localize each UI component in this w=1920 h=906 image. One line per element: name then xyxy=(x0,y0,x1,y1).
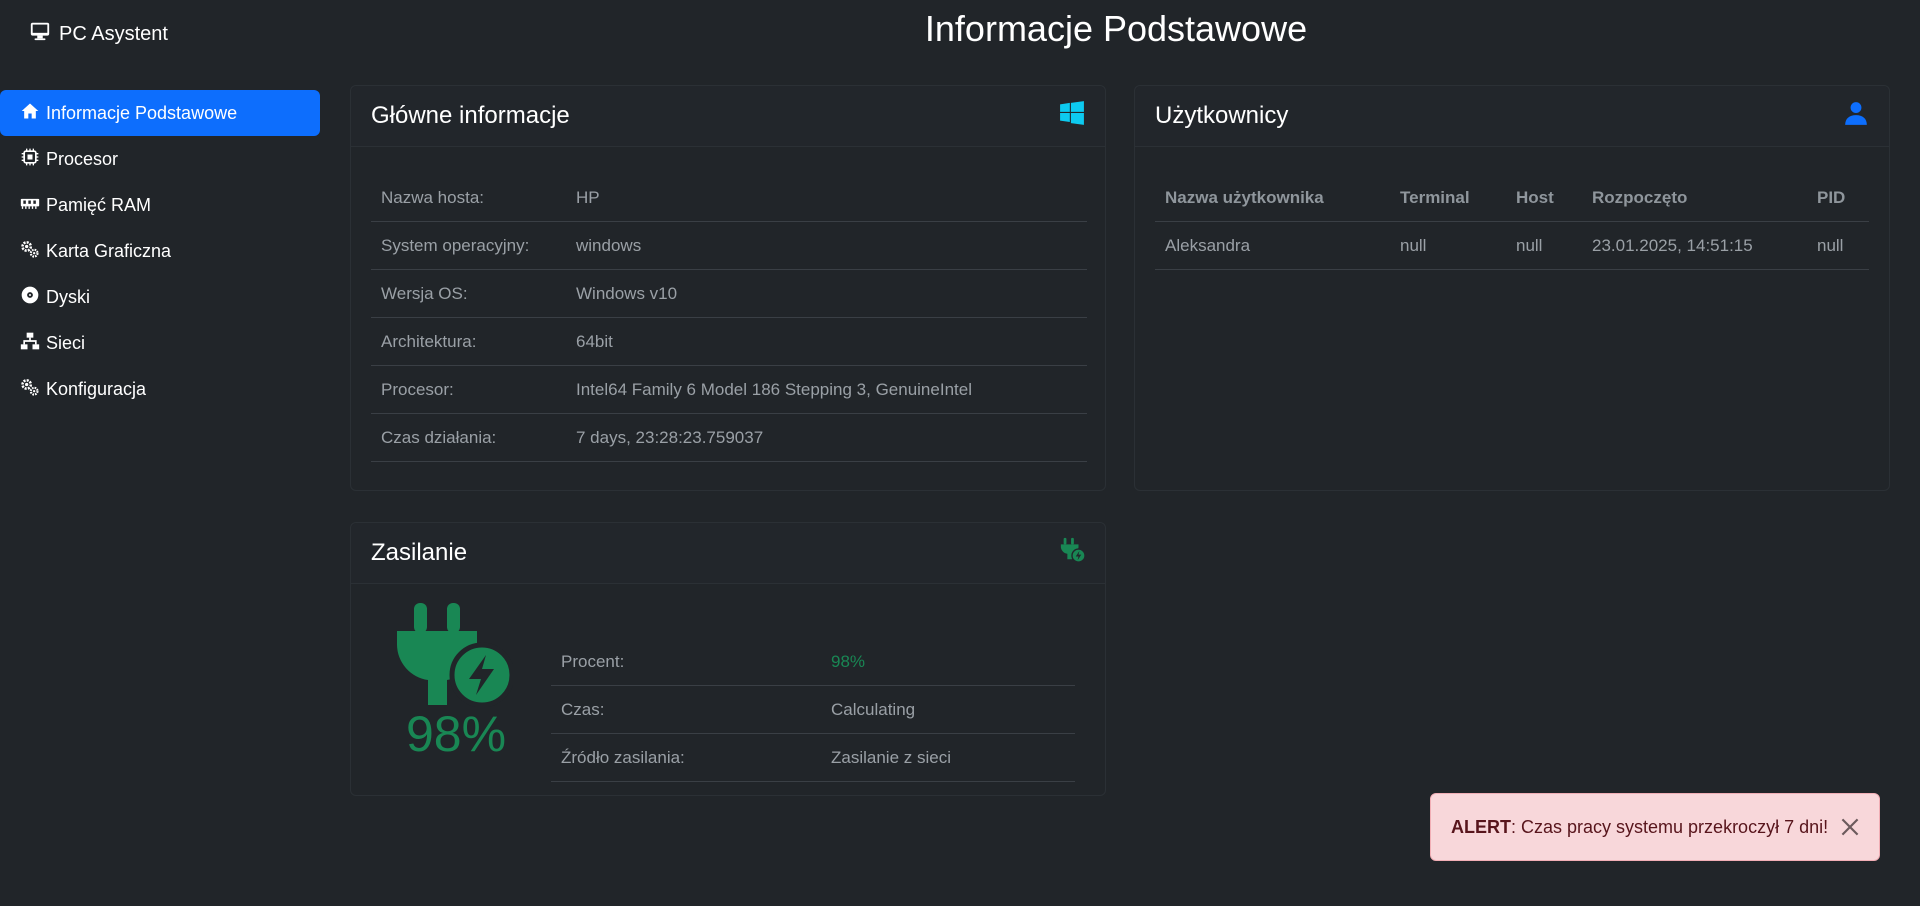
table-cell: null xyxy=(1506,221,1582,270)
row-value: Zasilanie z sieci xyxy=(821,733,1075,782)
gears-icon xyxy=(20,377,40,402)
power-card: Zasilanie 98% Procent: 98% Czas: Calculati… xyxy=(350,522,1106,796)
sidebar-item-label: Sieci xyxy=(46,332,86,353)
sidebar: Informacje Podstawowe Procesor Pamięć RA… xyxy=(0,90,322,412)
table-row: Architektura: 64bit xyxy=(371,317,1087,366)
power-percent-big: 98% xyxy=(405,706,507,762)
sidebar-item-label: Konfiguracja xyxy=(46,378,147,399)
row-label: Czas: xyxy=(551,685,821,734)
main-info-header: Główne informacje xyxy=(351,86,1105,147)
page-title: Informacje Podstawowe xyxy=(924,8,1308,49)
table-row: Aleksandra null null 23.01.2025, 14:51:1… xyxy=(1155,221,1869,270)
column-header: PID xyxy=(1807,174,1869,222)
row-label: Czas działania: xyxy=(371,413,566,462)
main-info-card: Główne informacje Nazwa hosta: HP System … xyxy=(350,85,1106,491)
main-info-table: Nazwa hosta: HP System operacyjny: windows… xyxy=(371,174,1087,462)
column-header: Host xyxy=(1506,174,1582,222)
plug-bolt-icon xyxy=(397,603,515,708)
row-label: Nazwa hosta: xyxy=(371,174,566,222)
table-row: Czas: Calculating xyxy=(551,685,1075,734)
cpu-icon xyxy=(20,147,40,172)
power-header: Zasilanie xyxy=(351,523,1105,584)
sidebar-item-label: Pamięć RAM xyxy=(46,194,152,215)
table-row: Czas działania: 7 days, 23:28:23.759037 xyxy=(371,413,1087,462)
users-header: Użytkownicy xyxy=(1135,86,1889,147)
table-cell: Aleksandra xyxy=(1155,221,1390,270)
sidebar-item-dyski[interactable]: Dyski xyxy=(0,274,322,320)
card-title: Zasilanie xyxy=(371,539,468,566)
table-row: Nazwa hosta: HP xyxy=(371,174,1087,222)
table-row: Źródło zasilania: Zasilanie z sieci xyxy=(551,733,1075,782)
row-label: System operacyjny: xyxy=(371,221,566,270)
row-value: Windows v10 xyxy=(566,269,1087,318)
column-header: Nazwa użytkownika xyxy=(1155,174,1390,222)
disc-icon xyxy=(20,285,40,310)
alert-strong: ALERT xyxy=(1451,816,1511,837)
users-card: Użytkownicy Nazwa użytkownika Terminal H… xyxy=(1134,85,1890,491)
power-visual: 98% xyxy=(371,603,541,763)
network-icon xyxy=(20,331,40,356)
windows-icon xyxy=(1059,100,1085,133)
row-value: Calculating xyxy=(821,685,1075,734)
sidebar-item-label: Karta Graficzna xyxy=(46,240,172,261)
card-title: Użytkownicy xyxy=(1155,102,1289,129)
plug-bolt-icon xyxy=(1059,537,1086,570)
row-value: windows xyxy=(566,221,1087,270)
column-header: Rozpoczęto xyxy=(1582,174,1807,222)
row-value: HP xyxy=(566,174,1087,222)
sidebar-item-label: Dyski xyxy=(46,286,90,307)
table-row: System operacyjny: windows xyxy=(371,221,1087,270)
power-table: Procent: 98% Czas: Calculating Źródło zasi… xyxy=(551,638,1075,782)
row-label: Procesor: xyxy=(371,365,566,414)
table-row: Procent: 98% xyxy=(551,638,1075,686)
table-header-row: Nazwa użytkownika Terminal Host Rozpoczę… xyxy=(1155,174,1869,222)
close-icon[interactable] xyxy=(1837,814,1863,840)
sidebar-item-informacje-podstawowe[interactable]: Informacje Podstawowe xyxy=(0,90,320,136)
sidebar-item-label: Informacje Podstawowe xyxy=(46,102,238,123)
users-table: Nazwa użytkownika Terminal Host Rozpoczę… xyxy=(1155,174,1869,270)
table-row: Wersja OS: Windows v10 xyxy=(371,269,1087,318)
table-cell: null xyxy=(1807,221,1869,270)
sidebar-item-pamiec-ram[interactable]: Pamięć RAM xyxy=(0,182,322,228)
sidebar-item-procesor[interactable]: Procesor xyxy=(0,136,322,182)
row-label: Wersja OS: xyxy=(371,269,566,318)
row-value: 64bit xyxy=(566,317,1087,366)
row-value: 7 days, 23:28:23.759037 xyxy=(566,413,1087,462)
sidebar-item-konfiguracja[interactable]: Konfiguracja xyxy=(0,366,322,412)
gears-icon xyxy=(20,239,40,264)
alert-text: : Czas pracy systemu przekroczył 7 dni! xyxy=(1511,816,1829,837)
row-label: Architektura: xyxy=(371,317,566,366)
row-value: Intel64 Family 6 Model 186 Stepping 3, G… xyxy=(566,365,1087,414)
row-label: Procent: xyxy=(551,638,821,686)
home-icon xyxy=(20,101,40,126)
sidebar-item-karta-graficzna[interactable]: Karta Graficzna xyxy=(0,228,322,274)
sidebar-item-label: Procesor xyxy=(46,148,119,169)
card-title: Główne informacje xyxy=(371,102,570,129)
table-cell: 23.01.2025, 14:51:15 xyxy=(1582,221,1807,270)
top-navbar: PC Asystent Informacje Podstawowe xyxy=(0,0,1920,70)
main-content: Główne informacje Nazwa hosta: HP System … xyxy=(322,70,1920,906)
user-icon xyxy=(1843,100,1869,133)
row-value: 98% xyxy=(821,638,1075,686)
alert-toast: ALERT: Czas pracy systemu przekroczył 7 … xyxy=(1430,793,1880,861)
table-cell: null xyxy=(1390,221,1506,270)
sidebar-item-sieci[interactable]: Sieci xyxy=(0,320,322,366)
alert-message: ALERT: Czas pracy systemu przekroczył 7 … xyxy=(1451,817,1828,838)
column-header: Terminal xyxy=(1390,174,1506,222)
table-row: Procesor: Intel64 Family 6 Model 186 Step… xyxy=(371,365,1087,414)
row-label: Źródło zasilania: xyxy=(551,733,821,782)
memory-icon xyxy=(20,193,40,218)
